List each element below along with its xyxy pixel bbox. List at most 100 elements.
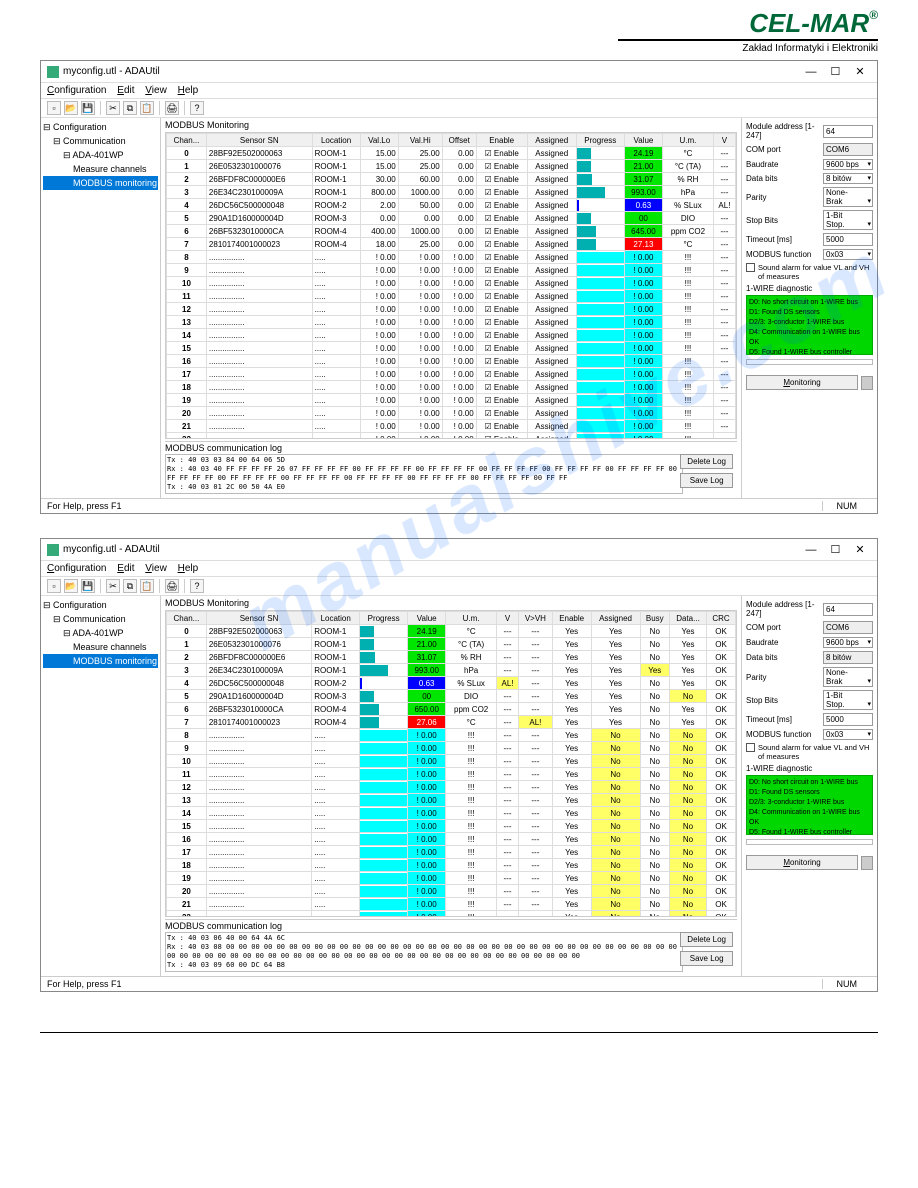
table-row[interactable]: 5290A1D160000004DROOM-3 0.000.000.00 ☑ E… — [167, 212, 736, 225]
tree-communication[interactable]: ⊟ Communication — [43, 134, 158, 148]
setting-input[interactable]: 0x03 — [823, 249, 873, 260]
alarm-checkbox[interactable] — [746, 263, 755, 272]
table-row[interactable]: 17..................... ! 0.00!!! ------… — [167, 846, 736, 859]
table-row[interactable]: 028BF92E502000063ROOM-1 24.19°C ------ Y… — [167, 625, 736, 638]
setting-input[interactable]: 9600 bps — [823, 159, 873, 170]
table-row[interactable]: 21..................... ! 0.00! 0.00! 0.… — [167, 420, 736, 433]
setting-input[interactable]: None-Brak — [823, 187, 873, 207]
column-header[interactable]: Val.Hi — [398, 134, 442, 147]
setting-input[interactable]: 9600 bps — [823, 637, 873, 648]
setting-input[interactable]: 1-Bit Stop. — [823, 210, 873, 230]
column-header[interactable]: Progress — [576, 134, 624, 147]
monitoring-button[interactable]: Monitoring — [746, 375, 858, 390]
setting-input[interactable]: 64 — [823, 125, 873, 138]
cut-icon[interactable]: ✂ — [106, 579, 120, 593]
new-icon[interactable]: ▫ — [47, 101, 61, 115]
setting-input[interactable]: 5000 — [823, 713, 873, 726]
table-row[interactable]: 15..................... ! 0.00!!! ------… — [167, 820, 736, 833]
menu-configuration[interactable]: Configuration — [47, 85, 107, 96]
copy-icon[interactable]: ⧉ — [123, 579, 137, 593]
tree-measure-channels[interactable]: Measure channels — [43, 640, 158, 654]
menu-configuration[interactable]: Configuration — [47, 563, 107, 574]
table-row[interactable]: 20..................... ! 0.00!!! ------… — [167, 885, 736, 898]
table-row[interactable]: 326E34C230100009AROOM-1 800.001000.000.0… — [167, 186, 736, 199]
monitoring-button[interactable]: Monitoring — [746, 855, 858, 870]
column-header[interactable]: Chan... — [167, 612, 207, 625]
titlebar[interactable]: myconfig.utl - ADAUtil — ☐ ✕ — [41, 539, 877, 561]
column-header[interactable]: Chan... — [167, 134, 207, 147]
maximize-button[interactable]: ☐ — [824, 543, 846, 556]
print-icon[interactable]: 🖨 — [165, 579, 179, 593]
column-header[interactable]: V — [497, 612, 519, 625]
scrollbar[interactable] — [746, 839, 873, 845]
table-row[interactable]: 13..................... ! 0.00!!! ------… — [167, 794, 736, 807]
column-header[interactable]: Sensor SN — [206, 134, 312, 147]
save-log-button[interactable]: Save Log — [680, 951, 733, 966]
table-row[interactable]: 16..................... ! 0.00!!! ------… — [167, 833, 736, 846]
help-icon[interactable]: ? — [190, 101, 204, 115]
tree-ada401wp[interactable]: ⊟ ADA-401WP — [43, 148, 158, 162]
delete-log-button[interactable]: Delete Log — [680, 454, 733, 469]
table-row[interactable]: 426DC56C500000048ROOM-2 2.0050.000.00 ☑ … — [167, 199, 736, 212]
column-header[interactable]: Assigned — [591, 612, 640, 625]
column-header[interactable]: Sensor SN — [206, 612, 311, 625]
copy-icon[interactable]: ⧉ — [123, 101, 137, 115]
table-row[interactable]: 626BF5323010000CAROOM-4 400.001000.000.0… — [167, 225, 736, 238]
table-row[interactable]: 8..................... ! 0.00!!! ------ … — [167, 729, 736, 742]
paste-icon[interactable]: 📋 — [140, 101, 154, 115]
close-button[interactable]: ✕ — [849, 543, 871, 556]
column-header[interactable]: Location — [312, 612, 360, 625]
column-header[interactable]: Enable — [552, 612, 591, 625]
help-icon[interactable]: ? — [190, 579, 204, 593]
column-header[interactable]: U.m. — [663, 134, 714, 147]
menu-edit[interactable]: Edit — [117, 563, 134, 574]
table-row[interactable]: 10..................... ! 0.00!!! ------… — [167, 755, 736, 768]
table-row[interactable]: 72810174001000023ROOM-4 27.06°C ---AL! Y… — [167, 716, 736, 729]
table-row[interactable]: 8..................... ! 0.00! 0.00! 0.0… — [167, 251, 736, 264]
table-row[interactable]: 12..................... ! 0.00! 0.00! 0.… — [167, 303, 736, 316]
table-row[interactable]: 16..................... ! 0.00! 0.00! 0.… — [167, 355, 736, 368]
setting-input[interactable]: 64 — [823, 603, 873, 616]
column-header[interactable]: Progress — [360, 612, 408, 625]
column-header[interactable]: Assigned — [527, 134, 576, 147]
table-row[interactable]: 22..................... ! 0.00! 0.00! 0.… — [167, 433, 736, 440]
tree-measure-channels[interactable]: Measure channels — [43, 162, 158, 176]
setting-input[interactable]: COM6 — [823, 143, 873, 156]
cut-icon[interactable]: ✂ — [106, 101, 120, 115]
table-row[interactable]: 17..................... ! 0.00! 0.00! 0.… — [167, 368, 736, 381]
setting-input[interactable]: 1-Bit Stop. — [823, 690, 873, 710]
column-header[interactable]: Value — [408, 612, 446, 625]
menu-view[interactable]: View — [145, 85, 167, 96]
table-row[interactable]: 13..................... ! 0.00! 0.00! 0.… — [167, 316, 736, 329]
table-row[interactable]: 10..................... ! 0.00! 0.00! 0.… — [167, 277, 736, 290]
monitoring-table-2[interactable]: Chan...Sensor SNLocationProgressValueU.m… — [165, 610, 737, 917]
menu-help[interactable]: Help — [178, 563, 199, 574]
setting-input[interactable]: 8 bitów — [823, 651, 873, 664]
column-header[interactable]: Enable — [476, 134, 527, 147]
column-header[interactable]: V>VH — [519, 612, 553, 625]
column-header[interactable]: V — [713, 134, 735, 147]
table-row[interactable]: 72810174001000023ROOM-4 18.0025.000.00 ☑… — [167, 238, 736, 251]
table-row[interactable]: 18..................... ! 0.00! 0.00! 0.… — [167, 381, 736, 394]
menu-edit[interactable]: Edit — [117, 85, 134, 96]
tree-ada401wp[interactable]: ⊟ ADA-401WP — [43, 626, 158, 640]
setting-input[interactable]: 0x03 — [823, 729, 873, 740]
open-icon[interactable]: 📂 — [64, 101, 78, 115]
tree-modbus-monitoring[interactable]: MODBUS monitoring — [43, 654, 158, 668]
tree-configuration[interactable]: ⊟ Configuration — [43, 598, 158, 612]
save-log-button[interactable]: Save Log — [680, 473, 733, 488]
save-icon[interactable]: 💾 — [81, 579, 95, 593]
column-header[interactable]: Val.Lo — [360, 134, 398, 147]
table-row[interactable]: 18..................... ! 0.00!!! ------… — [167, 859, 736, 872]
close-button[interactable]: ✕ — [849, 65, 871, 78]
table-row[interactable]: 226BFDF8C000000E6ROOM-1 30.0060.000.00 ☑… — [167, 173, 736, 186]
alarm-checkbox[interactable] — [746, 743, 755, 752]
maximize-button[interactable]: ☐ — [824, 65, 846, 78]
table-row[interactable]: 12..................... ! 0.00!!! ------… — [167, 781, 736, 794]
table-row[interactable]: 126E0532301000076ROOM-1 21.00°C (TA) ---… — [167, 638, 736, 651]
table-row[interactable]: 11..................... ! 0.00! 0.00! 0.… — [167, 290, 736, 303]
table-row[interactable]: 19..................... ! 0.00! 0.00! 0.… — [167, 394, 736, 407]
table-row[interactable]: 126E0532301000076ROOM-1 15.0025.000.00 ☑… — [167, 160, 736, 173]
setting-input[interactable]: COM6 — [823, 621, 873, 634]
log-textbox[interactable]: Tx : 40 03 03 84 00 64 06 5DRx : 40 03 4… — [165, 454, 683, 494]
